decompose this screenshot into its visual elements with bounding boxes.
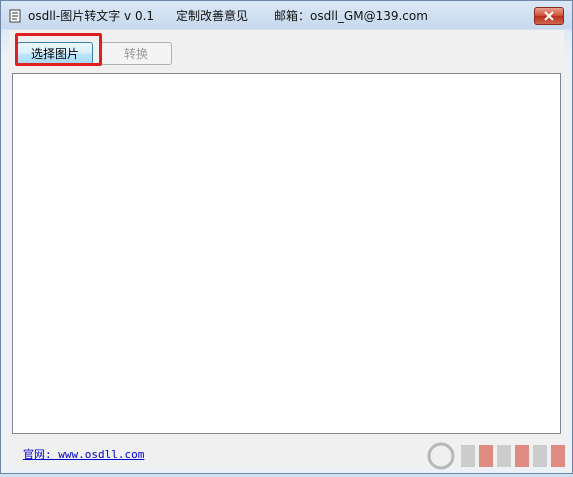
window-title: osdll-图片转文字 v 0.1 xyxy=(28,9,155,23)
email-label: 邮箱：osdll_GM@139.com xyxy=(274,9,428,23)
close-button[interactable] xyxy=(534,7,564,25)
app-icon xyxy=(8,9,22,23)
feedback-label: 定制改善意见 xyxy=(176,9,249,23)
title-bar[interactable]: osdll-图片转文字 v 0.1 定制改善意见 邮箱：osdll_GM@139… xyxy=(1,1,572,30)
result-text-area[interactable] xyxy=(12,73,561,434)
app-window: osdll-图片转文字 v 0.1 定制改善意见 邮箱：osdll_GM@139… xyxy=(0,0,573,474)
convert-button[interactable]: 转换 xyxy=(100,42,172,65)
close-icon xyxy=(544,11,554,21)
logo-watermark xyxy=(421,439,571,473)
website-link[interactable]: 官网: www.osdll.com xyxy=(23,446,144,462)
client-area: 选择图片 转换 官网: www.osdll.com xyxy=(9,30,564,467)
select-image-button[interactable]: 选择图片 xyxy=(17,42,93,65)
